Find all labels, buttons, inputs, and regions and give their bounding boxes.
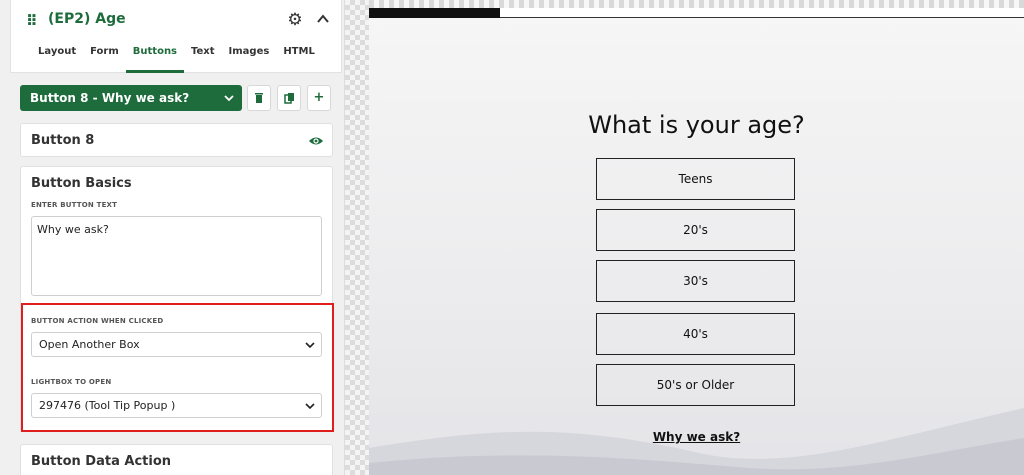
button-selector-dropdown[interactable]: Button 8 - Why we ask? xyxy=(20,85,242,111)
eye-icon[interactable] xyxy=(308,134,324,148)
button-selector-label: Button 8 - Why we ask? xyxy=(30,91,190,105)
tab-text[interactable]: Text xyxy=(184,44,222,73)
delete-button[interactable] xyxy=(247,85,271,111)
add-button[interactable]: + xyxy=(307,85,331,111)
tab-layout[interactable]: Layout xyxy=(31,44,83,73)
button-card-title: Button 8 xyxy=(31,133,95,148)
answer-button[interactable]: 50's or Older xyxy=(596,364,795,406)
button-text-label: ENTER BUTTON TEXT xyxy=(31,201,118,209)
canvas-edge xyxy=(345,0,369,475)
answer-button[interactable]: Teens xyxy=(596,158,795,200)
button-data-action-card[interactable]: Button Data Action xyxy=(20,444,333,475)
why-we-ask-link[interactable]: Why we ask? xyxy=(369,430,1024,444)
chevron-up-icon[interactable] xyxy=(314,10,332,28)
question-heading: What is your age? xyxy=(588,111,805,139)
tab-html[interactable]: HTML xyxy=(276,44,322,73)
lightbox-preview: What is your age? Teens 20's 30's 40's 50's … xyxy=(369,8,1024,475)
button-card[interactable]: Button 8 xyxy=(20,123,333,157)
trash-icon xyxy=(255,93,263,103)
plus-icon: + xyxy=(313,90,325,105)
tab-bar: Layout Form Buttons Text Images HTML xyxy=(31,44,322,73)
progress-fill xyxy=(369,8,500,18)
copy-icon xyxy=(283,93,294,104)
editor-panel: ⠿ (EP2) Age ⚙ Layout Form Buttons Text Image… xyxy=(0,0,345,475)
box-header: ⠿ (EP2) Age ⚙ Layout Form Buttons Text Image… xyxy=(10,0,342,73)
canvas-top-strip xyxy=(369,0,1024,8)
grip-icon[interactable]: ⠿ xyxy=(26,12,38,30)
duplicate-button[interactable] xyxy=(277,85,301,111)
gear-icon[interactable]: ⚙ xyxy=(286,11,304,29)
progress-bar xyxy=(369,8,1024,18)
answer-button[interactable]: 40's xyxy=(596,313,795,355)
answer-button[interactable]: 20's xyxy=(596,209,795,251)
box-title: (EP2) Age xyxy=(48,11,126,27)
button-data-action-title: Button Data Action xyxy=(31,454,172,469)
answer-button[interactable]: 30's xyxy=(596,260,795,302)
button-basics-title: Button Basics xyxy=(31,176,132,191)
button-text-field[interactable]: Why we ask? xyxy=(31,216,322,296)
tab-form[interactable]: Form xyxy=(83,44,126,73)
tab-images[interactable]: Images xyxy=(222,44,277,73)
chevron-down-icon xyxy=(224,95,234,102)
highlight-box xyxy=(21,303,334,432)
tab-buttons[interactable]: Buttons xyxy=(125,44,185,73)
